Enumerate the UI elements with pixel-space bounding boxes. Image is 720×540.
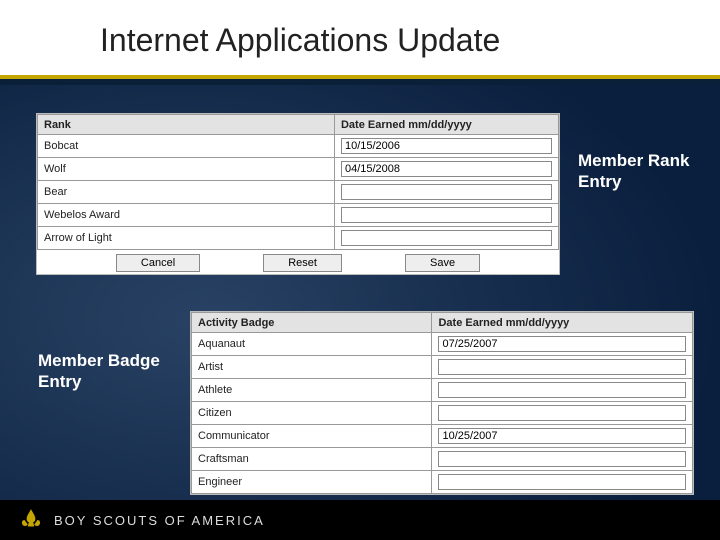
table-row: Bobcat — [38, 135, 559, 158]
badge-name: Communicator — [192, 425, 432, 448]
save-button[interactable]: Save — [405, 254, 480, 272]
footer-org-name: BOY SCOUTS OF AMERICA — [54, 513, 265, 528]
badge-table-header-row: Activity Badge Date Earned mm/dd/yyyy — [192, 313, 693, 333]
badge-header-date: Date Earned mm/dd/yyyy — [432, 313, 693, 333]
table-row: Aquanaut — [192, 333, 693, 356]
reset-button[interactable]: Reset — [263, 254, 342, 272]
badge-name: Citizen — [192, 402, 432, 425]
rank-name: Webelos Award — [38, 204, 335, 227]
badge-date-input[interactable] — [438, 474, 686, 490]
rank-date-input[interactable] — [341, 207, 552, 223]
rank-name: Wolf — [38, 158, 335, 181]
badge-name: Athlete — [192, 379, 432, 402]
table-row: Craftsman — [192, 448, 693, 471]
table-row: Bear — [38, 181, 559, 204]
badge-date-input[interactable] — [438, 359, 686, 375]
slide-header: Internet Applications Update — [0, 0, 720, 79]
rank-table: Rank Date Earned mm/dd/yyyy Bobcat Wolf … — [37, 114, 559, 274]
badge-entry-panel: Activity Badge Date Earned mm/dd/yyyy Aq… — [190, 311, 694, 495]
footer-bar: BOY SCOUTS OF AMERICA — [0, 500, 720, 540]
table-row: Arrow of Light — [38, 227, 559, 250]
badge-date-input[interactable] — [438, 428, 686, 444]
cancel-button[interactable]: Cancel — [116, 254, 200, 272]
rank-table-header-row: Rank Date Earned mm/dd/yyyy — [38, 115, 559, 135]
rank-date-input[interactable] — [341, 184, 552, 200]
annotation-rank: Member Rank Entry — [578, 150, 698, 193]
badge-date-input[interactable] — [438, 336, 686, 352]
table-row: Engineer — [192, 471, 693, 494]
badge-name: Aquanaut — [192, 333, 432, 356]
table-row: Communicator — [192, 425, 693, 448]
margin-guide — [64, 0, 66, 500]
badge-date-input[interactable] — [438, 405, 686, 421]
badge-name: Artist — [192, 356, 432, 379]
table-row: Webelos Award — [38, 204, 559, 227]
badge-header-label: Activity Badge — [192, 313, 432, 333]
table-row: Citizen — [192, 402, 693, 425]
header-shadow — [0, 79, 720, 85]
annotation-badge: Member Badge Entry — [38, 350, 168, 393]
rank-date-input[interactable] — [341, 138, 552, 154]
rank-header-label: Rank — [38, 115, 335, 135]
rank-date-input[interactable] — [341, 230, 552, 246]
table-row: Athlete — [192, 379, 693, 402]
badge-date-input[interactable] — [438, 382, 686, 398]
rank-name: Bobcat — [38, 135, 335, 158]
badge-table: Activity Badge Date Earned mm/dd/yyyy Aq… — [191, 312, 693, 494]
page-title: Internet Applications Update — [100, 22, 720, 59]
badge-date-input[interactable] — [438, 451, 686, 467]
table-row: Artist — [192, 356, 693, 379]
rank-name: Arrow of Light — [38, 227, 335, 250]
table-row: Wolf — [38, 158, 559, 181]
rank-entry-panel: Rank Date Earned mm/dd/yyyy Bobcat Wolf … — [36, 113, 560, 275]
rank-header-date: Date Earned mm/dd/yyyy — [334, 115, 558, 135]
badge-name: Engineer — [192, 471, 432, 494]
badge-name: Craftsman — [192, 448, 432, 471]
fleur-de-lis-icon — [18, 507, 44, 533]
rank-name: Bear — [38, 181, 335, 204]
rank-button-row: Cancel Reset Save — [38, 250, 559, 275]
rank-date-input[interactable] — [341, 161, 552, 177]
